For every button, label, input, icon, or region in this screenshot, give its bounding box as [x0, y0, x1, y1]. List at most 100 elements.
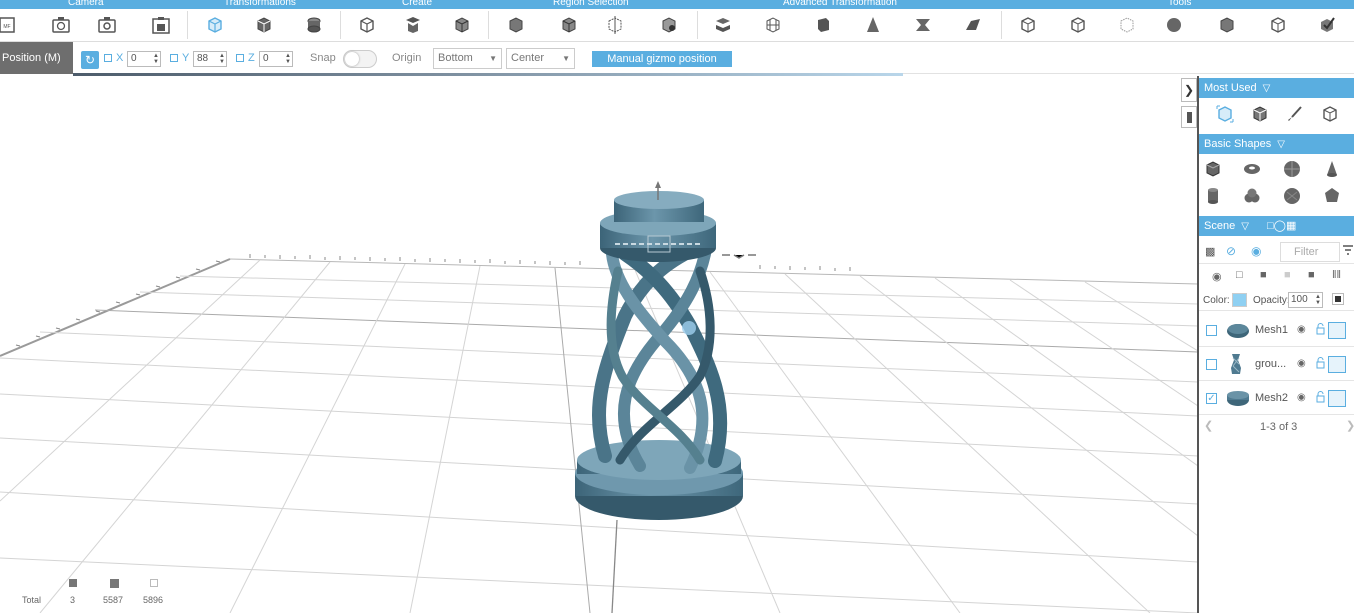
- region-box-icon[interactable]: [506, 15, 526, 35]
- scene-item-checkbox[interactable]: [1206, 359, 1217, 370]
- polyhedron-shape-icon[interactable]: [1322, 186, 1342, 206]
- z-input[interactable]: 0 ▲ ▼: [259, 51, 293, 67]
- color-swatch[interactable]: [1232, 293, 1247, 307]
- x-axis-checkbox[interactable]: [104, 54, 112, 62]
- scene-view-toggle-icon[interactable]: □◯▦: [1267, 216, 1296, 236]
- adv-cone-icon[interactable]: [863, 15, 883, 35]
- collapse-panel-button[interactable]: ❯: [1181, 78, 1197, 102]
- adv-slab-icon[interactable]: [963, 15, 983, 35]
- snap-label: Snap: [310, 52, 336, 64]
- camera-snapshot-icon[interactable]: [97, 15, 117, 35]
- snap-toggle[interactable]: [343, 50, 377, 68]
- region-cube-icon[interactable]: [559, 15, 579, 35]
- most-used-header[interactable]: Most Used ▽: [1199, 78, 1354, 98]
- panel-scroll-handle[interactable]: [1181, 106, 1197, 128]
- col-wire-icon[interactable]: ■: [1284, 269, 1291, 281]
- cylinder-shape-icon[interactable]: [1203, 186, 1223, 206]
- camera-save-icon[interactable]: [151, 15, 171, 35]
- brush-icon[interactable]: [1285, 104, 1305, 124]
- y-input[interactable]: 88 ▲ ▼: [193, 51, 227, 67]
- adv-stack-icon[interactable]: [713, 15, 733, 35]
- camera-reset-icon[interactable]: [51, 15, 71, 35]
- move-gizmo-icon[interactable]: [205, 15, 225, 35]
- tool-cube-outline-icon[interactable]: [1268, 15, 1288, 35]
- cube-icon[interactable]: [1250, 104, 1270, 124]
- ribbon-divider: [187, 11, 188, 39]
- col-eye-icon[interactable]: ◉: [1212, 270, 1222, 283]
- opacity-input[interactable]: 100 ▲ ▼: [1288, 292, 1323, 308]
- tool-check-icon[interactable]: [1317, 15, 1337, 35]
- cube-icon[interactable]: [1328, 390, 1346, 407]
- rotate-cube-icon[interactable]: [304, 15, 324, 35]
- lock-icon[interactable]: [1316, 391, 1325, 403]
- manual-gizmo-button[interactable]: Manual gizmo position: [592, 51, 732, 67]
- origin-vertical-select[interactable]: Bottom ▼: [433, 48, 502, 69]
- eye-icon[interactable]: ◉: [1297, 392, 1306, 403]
- next-page-icon[interactable]: ❯: [1346, 419, 1354, 432]
- tool-shield-icon[interactable]: [1217, 15, 1237, 35]
- adv-twist-icon[interactable]: [913, 15, 933, 35]
- lock-icon[interactable]: [1316, 357, 1325, 369]
- model-twisted-tower[interactable]: [575, 181, 756, 520]
- origin-horizontal-select[interactable]: Center ▼: [506, 48, 575, 69]
- col-lock-icon[interactable]: □: [1236, 269, 1243, 281]
- eye-icon[interactable]: ◉: [1297, 324, 1306, 335]
- eye-icon[interactable]: ◉: [1297, 358, 1306, 369]
- region-gizmo-icon[interactable]: [605, 15, 625, 35]
- filter-menu-icon[interactable]: [1342, 244, 1354, 258]
- stats-total-label: Total: [22, 595, 42, 605]
- cone-shape-icon[interactable]: [1322, 159, 1342, 179]
- scene-item-checkbox[interactable]: ✓: [1206, 393, 1217, 404]
- stats-objects: 3: [70, 595, 76, 605]
- box-shape-icon[interactable]: [1203, 159, 1223, 179]
- color-opacity-row: Color: Opacity: 100 ▲ ▼: [1199, 289, 1354, 311]
- 3d-viewport[interactable]: [0, 76, 1198, 613]
- y-axis-checkbox[interactable]: [170, 54, 178, 62]
- scene-header[interactable]: Scene ▽ □◯▦: [1199, 216, 1354, 236]
- col-cube-icon[interactable]: ■: [1308, 269, 1315, 281]
- tool-box-icon[interactable]: [1018, 15, 1038, 35]
- z-axis-checkbox[interactable]: [236, 54, 244, 62]
- basic-shapes-header[interactable]: Basic Shapes ▽: [1199, 134, 1354, 154]
- create-box-icon[interactable]: [357, 15, 377, 35]
- ribbon-group-camera: Camera: [68, 0, 104, 8]
- col-columns-icon[interactable]: ‖‖: [1332, 269, 1341, 281]
- scene-item-checkbox[interactable]: [1206, 325, 1217, 336]
- lock-icon[interactable]: [1316, 323, 1325, 335]
- scene-canvas[interactable]: [0, 76, 1198, 613]
- material-icon[interactable]: [1332, 293, 1344, 305]
- eye-icon[interactable]: ◉: [1251, 244, 1261, 258]
- region-paint-icon[interactable]: [659, 15, 679, 35]
- group-objects-icon[interactable]: ▩: [1205, 245, 1215, 258]
- x-input[interactable]: 0 ▲ ▼: [127, 51, 161, 67]
- create-cylinder-icon[interactable]: [403, 15, 423, 35]
- grid-ruler: [15, 254, 851, 347]
- cube-icon[interactable]: [1328, 322, 1346, 339]
- visibility-filter-icon[interactable]: ⊘: [1226, 244, 1236, 258]
- scene-item-mesh2[interactable]: ✓ Mesh2 ◉: [1199, 382, 1354, 415]
- scale-cube-icon[interactable]: [254, 15, 274, 35]
- adv-split-icon[interactable]: [813, 15, 833, 35]
- sphere-shape-icon[interactable]: [1282, 159, 1302, 179]
- scene-item-mesh1[interactable]: Mesh1 ◉: [1199, 314, 1354, 347]
- tool-wire-icon[interactable]: [1117, 15, 1137, 35]
- geosphere-shape-icon[interactable]: [1282, 186, 1302, 206]
- mesh-file-icon[interactable]: MF: [0, 15, 17, 35]
- tool-sphere-icon[interactable]: [1164, 15, 1184, 35]
- cube-icon[interactable]: [1328, 356, 1346, 373]
- reset-icon[interactable]: ↻: [81, 51, 99, 69]
- tool-cube-icon[interactable]: [1068, 15, 1088, 35]
- filter-input[interactable]: Filter: [1280, 242, 1340, 262]
- box-outline-icon[interactable]: [1320, 104, 1340, 124]
- scene-item-group[interactable]: grou... ◉: [1199, 348, 1354, 381]
- ribbon-group-transformations: Transformations: [224, 0, 296, 8]
- knot-shape-icon[interactable]: [1242, 186, 1262, 206]
- torus-shape-icon[interactable]: [1242, 159, 1262, 179]
- prev-page-icon[interactable]: ❮: [1204, 419, 1213, 432]
- move-icon[interactable]: [1215, 104, 1235, 124]
- col-solid-icon[interactable]: ■: [1260, 269, 1267, 281]
- create-shape-icon[interactable]: [452, 15, 472, 35]
- position-mode-tab[interactable]: Position (M): [0, 42, 73, 74]
- right-panel: Most Used ▽ Basic Shapes ▽ Scene ▽ □◯▦ ▩ ⊘ ◉…: [1199, 76, 1354, 613]
- adv-grid-icon[interactable]: [763, 15, 783, 35]
